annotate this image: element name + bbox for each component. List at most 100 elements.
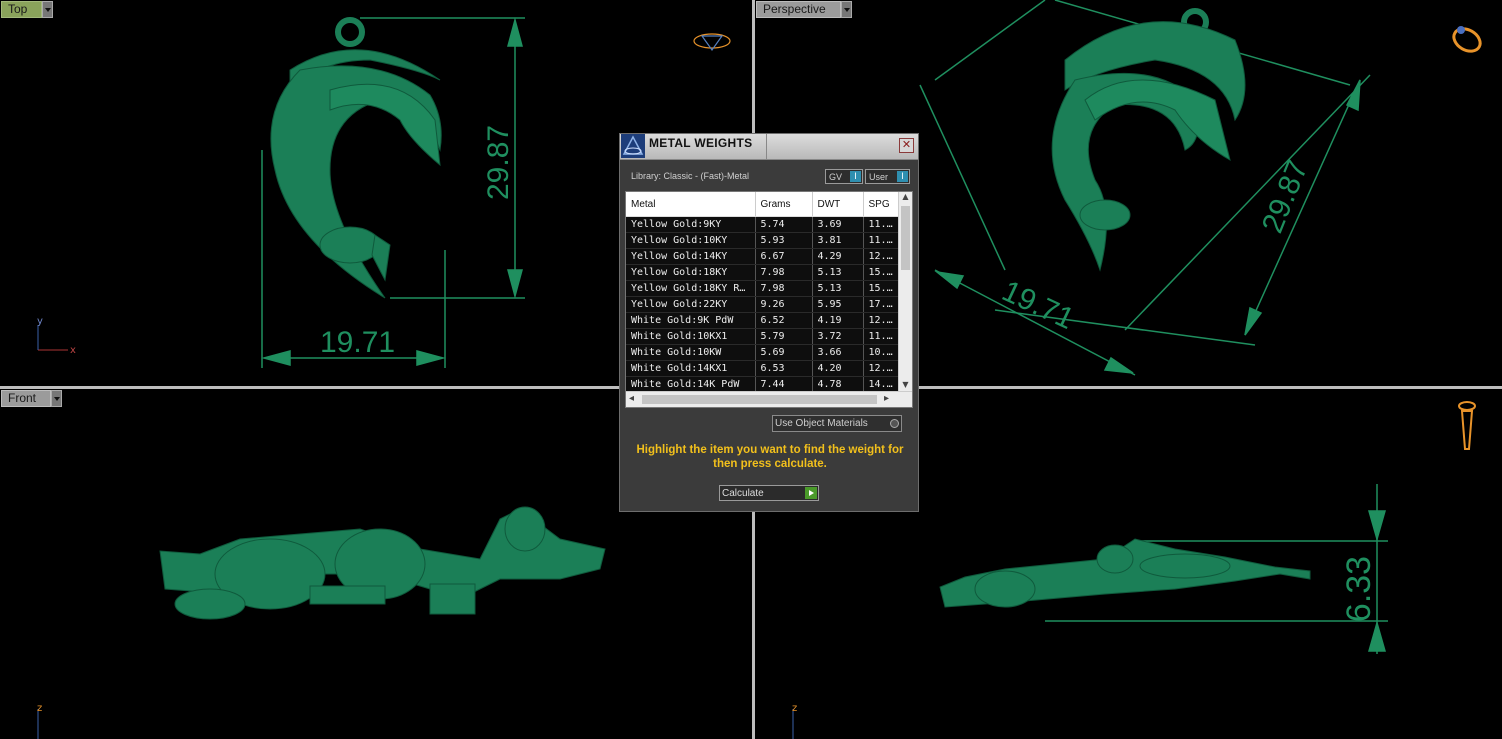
cell-grams: 6.52	[755, 312, 813, 329]
cell-dwt: 5.13	[812, 280, 864, 297]
cell-metal: White Gold:9K PdW	[626, 312, 756, 329]
cell-dwt: 5.95	[812, 296, 864, 313]
cell-dwt: 4.19	[812, 312, 864, 329]
cell-spg: 11.43	[863, 232, 901, 249]
cell-metal: White Gold:10KW	[626, 344, 756, 361]
table-row[interactable]: Yellow Gold:14KY 6.67 4.29 12.88	[626, 248, 901, 265]
cell-spg: 12.59	[863, 312, 901, 329]
metal-weights-dialog: METAL WEIGHTS ✕ Library: Classic - (Fast…	[619, 133, 919, 512]
play-icon	[805, 487, 817, 499]
cell-grams: 5.69	[755, 344, 813, 361]
calculate-label: Calculate	[722, 488, 764, 499]
axis-x-label: x	[70, 345, 76, 356]
col-header-spg[interactable]: SPG	[863, 192, 901, 217]
col-header-dwt[interactable]: DWT	[812, 192, 864, 217]
use-object-materials-option[interactable]: Use Object Materials	[772, 415, 902, 432]
dim-height-persp: 29.87	[1256, 156, 1315, 238]
cell-metal: Yellow Gold:18KY	[626, 264, 756, 281]
cell-grams: 7.98	[755, 264, 813, 281]
user-indicator-icon: I	[897, 171, 908, 182]
instruction-text: Highlight the item you want to find the …	[636, 444, 904, 470]
viewport-label-front[interactable]: Front	[1, 390, 63, 407]
viewport-name: Perspective	[763, 2, 826, 16]
cell-metal: Yellow Gold:9KY	[626, 216, 756, 233]
calculate-button[interactable]: Calculate	[719, 485, 819, 501]
table-row[interactable]: White Gold:10KX1 5.79 3.72 11.18	[626, 328, 901, 345]
cell-dwt: 4.29	[812, 248, 864, 265]
cell-spg: 15.41	[863, 280, 901, 297]
table-header-row: Metal Grams DWT SPG	[626, 192, 901, 217]
table-row[interactable]: White Gold:9K PdW 6.52 4.19 12.59	[626, 312, 901, 329]
cell-dwt: 4.20	[812, 360, 864, 377]
ring-icon	[1452, 26, 1482, 53]
cell-spg: 12.88	[863, 248, 901, 265]
table-row[interactable]: Yellow Gold:22KY 9.26 5.95 17.89	[626, 296, 901, 313]
vertical-scroll-thumb[interactable]	[901, 206, 910, 270]
dialog-title: METAL WEIGHTS	[649, 136, 753, 150]
cell-spg: 11.18	[863, 328, 901, 345]
horizontal-scroll-thumb[interactable]	[642, 395, 877, 404]
cell-dwt: 3.81	[812, 232, 864, 249]
gv-toggle[interactable]: GV I	[825, 169, 863, 184]
metal-table[interactable]: Metal Grams DWT SPG Yellow Gold:9KY 5.74 3…	[625, 191, 913, 408]
table-vertical-scrollbar[interactable]: ▲ ▼	[898, 192, 912, 392]
cell-grams: 7.98	[755, 280, 813, 297]
cell-spg: 10.99	[863, 344, 901, 361]
viewport-dropdown-icon[interactable]	[42, 1, 54, 18]
gv-indicator-icon: I	[850, 171, 861, 182]
dialog-titlebar[interactable]: METAL WEIGHTS ✕	[620, 134, 918, 160]
table-row[interactable]: Yellow Gold:18KY R... 7.98 5.13 15.41	[626, 280, 901, 297]
scroll-left-icon[interactable]: ◂	[629, 393, 634, 404]
table-row[interactable]: Yellow Gold:18KY 7.98 5.13 15.41	[626, 264, 901, 281]
cell-dwt: 3.66	[812, 344, 864, 361]
cell-grams: 5.93	[755, 232, 813, 249]
user-toggle-label: User	[869, 172, 889, 182]
scroll-up-icon[interactable]: ▲	[899, 192, 912, 204]
cell-grams: 6.67	[755, 248, 813, 265]
axis-z-label-right: z	[792, 703, 797, 714]
viewport-name: Front	[8, 391, 37, 405]
table-row[interactable]: White Gold:14KX1 6.53 4.20 12.61	[626, 360, 901, 377]
dim-height-top: 29.87	[482, 125, 515, 200]
cell-grams: 9.26	[755, 296, 813, 313]
view-gizmo-icon	[693, 33, 731, 52]
dialog-logo-icon	[621, 134, 645, 158]
col-header-grams[interactable]: Grams	[755, 192, 813, 217]
viewport-name: Top	[8, 2, 28, 16]
radio-icon[interactable]	[890, 419, 899, 428]
cell-dwt: 3.72	[812, 328, 864, 345]
table-row[interactable]: Yellow Gold:9KY 5.74 3.69 11.08	[626, 216, 901, 233]
user-toggle[interactable]: User I	[865, 169, 910, 184]
scroll-right-icon[interactable]: ▸	[884, 393, 889, 404]
library-label: Library: Classic - (Fast)-Metal	[631, 171, 750, 181]
cell-metal: White Gold:10KX1	[626, 328, 756, 345]
cell-spg: 11.08	[863, 216, 901, 233]
axis-y-label: y	[37, 316, 43, 327]
viewport-label-perspective[interactable]: Perspective	[756, 1, 852, 18]
dim-height-right: 6.33	[1340, 556, 1378, 622]
cell-metal: Yellow Gold:10KY	[626, 232, 756, 249]
cell-metal: Yellow Gold:18KY R...	[626, 280, 756, 297]
table-row[interactable]: White Gold:10KW 5.69 3.66 10.99	[626, 344, 901, 361]
cell-spg: 15.41	[863, 264, 901, 281]
table-row[interactable]: Yellow Gold:10KY 5.93 3.81 11.43	[626, 232, 901, 249]
pendant-icon	[1458, 401, 1476, 450]
use-object-materials-label: Use Object Materials	[775, 418, 868, 429]
gv-toggle-label: GV	[829, 172, 843, 182]
close-button[interactable]: ✕	[899, 138, 914, 153]
cell-metal: White Gold:14KX1	[626, 360, 756, 377]
table-horizontal-scrollbar[interactable]: ◂ ▸	[626, 391, 912, 407]
viewport-dropdown-icon[interactable]	[51, 390, 63, 407]
cell-grams: 5.74	[755, 216, 813, 233]
viewport-dropdown-icon[interactable]	[840, 1, 852, 18]
col-header-metal[interactable]: Metal	[626, 192, 756, 217]
axis-z-label: z	[37, 703, 42, 714]
axis-indicator-top	[37, 325, 68, 351]
cell-dwt: 5.13	[812, 264, 864, 281]
title-separator	[766, 134, 767, 159]
viewport-label-top[interactable]: Top	[1, 1, 54, 18]
cell-spg: 17.89	[863, 296, 901, 313]
cell-grams: 6.53	[755, 360, 813, 377]
cell-spg: 12.61	[863, 360, 901, 377]
dim-width-persp: 19.71	[997, 274, 1079, 336]
